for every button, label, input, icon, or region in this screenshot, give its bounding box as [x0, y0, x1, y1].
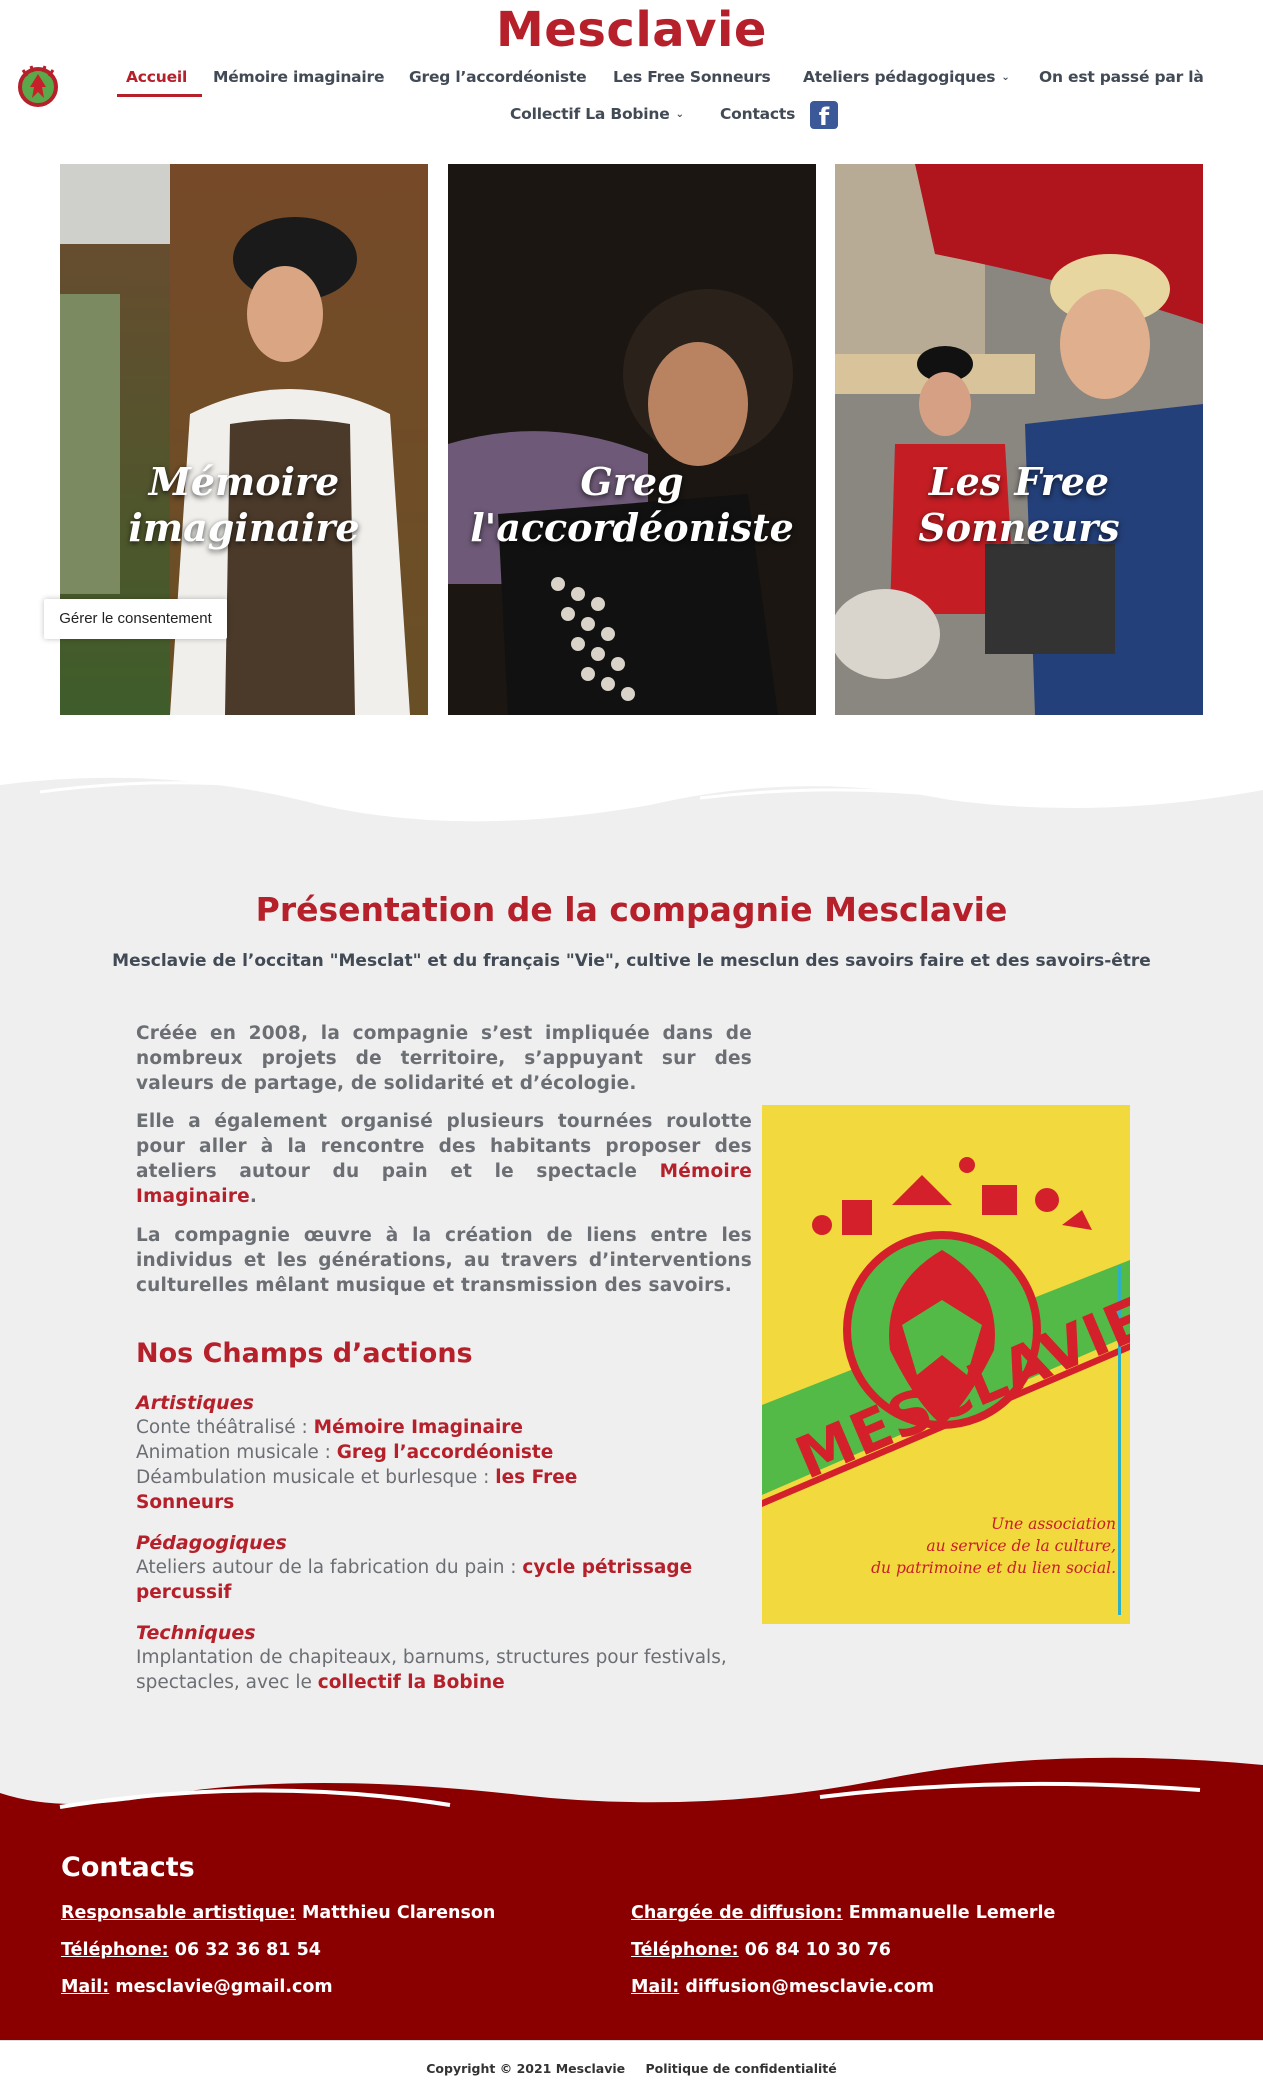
street-musicians-photo — [835, 164, 1203, 715]
active-nav-underline — [117, 94, 202, 97]
footer-resp-right: Chargée de diffusion: Emmanuelle Lemerle — [631, 1903, 1055, 1923]
footer-mail-left[interactable]: Mail: mesclavie@gmail.com — [61, 1977, 333, 1997]
mesclavie-poster: MESCLAVIE Une association au service de … — [762, 1105, 1130, 1624]
champs-line: Ateliers autour de la fabrication du pai… — [136, 1555, 696, 1605]
link-greg-accordeoniste[interactable]: Greg l’accordéoniste — [337, 1442, 554, 1463]
privacy-link[interactable]: Politique de confidentialité — [645, 2061, 836, 2076]
line-text: Conte théâtralisé : — [136, 1417, 314, 1438]
footer-tel-left[interactable]: Téléphone: 06 32 36 81 54 — [61, 1940, 321, 1960]
footer-value: diffusion@mesclavie.com — [685, 1977, 935, 1997]
chevron-down-icon: ⌄ — [1001, 72, 1010, 83]
champs-title: Nos Champs d’actions — [136, 1338, 473, 1369]
link-memoire-imaginaire[interactable]: Mémoire Imaginaire — [314, 1417, 523, 1438]
card-caption-line2: imaginaire — [128, 505, 360, 550]
footer-label: Mail: — [61, 1977, 110, 1997]
footer-label: Mail: — [631, 1977, 680, 1997]
champs-line: Implantation de chapiteaux, barnums, str… — [136, 1645, 736, 1695]
site-title[interactable]: Mesclavie — [0, 2, 1263, 58]
poster-tagline: Une association au service de la culture… — [871, 1513, 1116, 1579]
nav-item-contacts[interactable]: Contacts — [720, 105, 795, 123]
footer-label: Téléphone: — [631, 1940, 739, 1960]
category-pedagogiques: Pédagogiques — [136, 1532, 287, 1554]
link-collectif-bobine[interactable]: collectif la Bobine — [318, 1672, 505, 1693]
card-caption-line2: l'accordéoniste — [470, 505, 794, 550]
accordionist-photo — [448, 164, 816, 715]
nav-item-ateliers[interactable]: Ateliers pédagogiques ⌄ — [803, 68, 1010, 86]
card-greg-accordeoniste[interactable]: Greg l'accordéoniste — [448, 164, 816, 715]
poster-tagline-2: au service de la culture, — [926, 1537, 1116, 1555]
wave-divider-top — [0, 740, 1263, 822]
nav-item-collectif-label: Collectif La Bobine — [510, 105, 670, 123]
copyright-row: Copyright © 2021 Mesclavie Politique de … — [0, 2061, 1263, 2076]
line-text: Animation musicale : — [136, 1442, 337, 1463]
footer-resp-left: Responsable artistique: Matthieu Clarens… — [61, 1903, 495, 1923]
presentation-subtitle: Mesclavie de l’occitan "Mesclat" et du f… — [112, 951, 1151, 971]
champs-line: Animation musicale : Greg l’accordéonist… — [136, 1440, 696, 1465]
footer-label: Responsable artistique: — [61, 1903, 296, 1923]
chevron-down-icon: ⌄ — [675, 109, 684, 120]
footer-value: Matthieu Clarenson — [302, 1903, 496, 1923]
nav-item-greg[interactable]: Greg l’accordéoniste — [409, 68, 587, 86]
nav-item-collectif[interactable]: Collectif La Bobine ⌄ — [510, 105, 684, 123]
champs-line: Conte théâtralisé : Mémoire Imaginaire — [136, 1415, 696, 1440]
footer-value: 06 84 10 30 76 — [744, 1940, 891, 1960]
mesclavie-logo[interactable] — [13, 60, 63, 110]
poster-tagline-1: Une association — [990, 1515, 1116, 1533]
category-artistiques: Artistiques — [136, 1392, 254, 1414]
nav-item-on-est-passe[interactable]: On est passé par là — [1039, 68, 1204, 86]
presentation-title: Présentation de la compagnie Mesclavie — [255, 890, 1008, 929]
paragraph-end: . — [249, 1186, 258, 1207]
line-text: Ateliers autour de la fabrication du pai… — [136, 1557, 523, 1578]
line-text: Déambulation musicale et burlesque : — [136, 1467, 496, 1488]
card-caption-line1: Les Free Sonneurs — [918, 459, 1120, 550]
card-free-sonneurs[interactable]: Les Free Sonneurs — [835, 164, 1203, 715]
footer-title: Contacts — [61, 1852, 195, 1883]
footer-label: Chargée de diffusion: — [631, 1903, 843, 1923]
card-caption-line1: Greg — [580, 459, 684, 504]
nav-item-memoire-imaginaire[interactable]: Mémoire imaginaire — [213, 68, 385, 86]
presentation-paragraph-1: Créée en 2008, la compagnie s’est impliq… — [136, 1023, 752, 1094]
wave-divider-bottom — [0, 1735, 1263, 1830]
poster-tagline-3: du patrimoine et du lien social. — [871, 1559, 1116, 1577]
footer-value: 06 32 36 81 54 — [174, 1940, 321, 1960]
footer-label: Téléphone: — [61, 1940, 169, 1960]
footer-value: Emmanuelle Lemerle — [848, 1903, 1056, 1923]
facebook-icon[interactable]: f — [810, 101, 838, 131]
card-caption-line1: Mémoire — [148, 459, 340, 504]
presentation-paragraph-2: Elle a également organisé plusieurs tour… — [136, 1109, 752, 1209]
presentation-paragraph-3: La compagnie œuvre à la création de lien… — [136, 1225, 752, 1296]
champs-line: Déambulation musicale et burlesque : les… — [136, 1465, 656, 1515]
footer-value: mesclavie@gmail.com — [115, 1977, 333, 1997]
footer-mail-right[interactable]: Mail: diffusion@mesclavie.com — [631, 1977, 934, 1997]
consent-button[interactable]: Gérer le consentement — [44, 599, 227, 639]
nav-item-free-sonneurs[interactable]: Les Free Sonneurs — [613, 68, 771, 86]
nav-item-accueil[interactable]: Accueil — [126, 68, 187, 86]
category-techniques: Techniques — [136, 1622, 256, 1644]
nav-item-ateliers-label: Ateliers pédagogiques — [803, 68, 996, 86]
footer-tel-right[interactable]: Téléphone: 06 84 10 30 76 — [631, 1940, 891, 1960]
copyright-text: Copyright © 2021 Mesclavie — [426, 2061, 626, 2076]
